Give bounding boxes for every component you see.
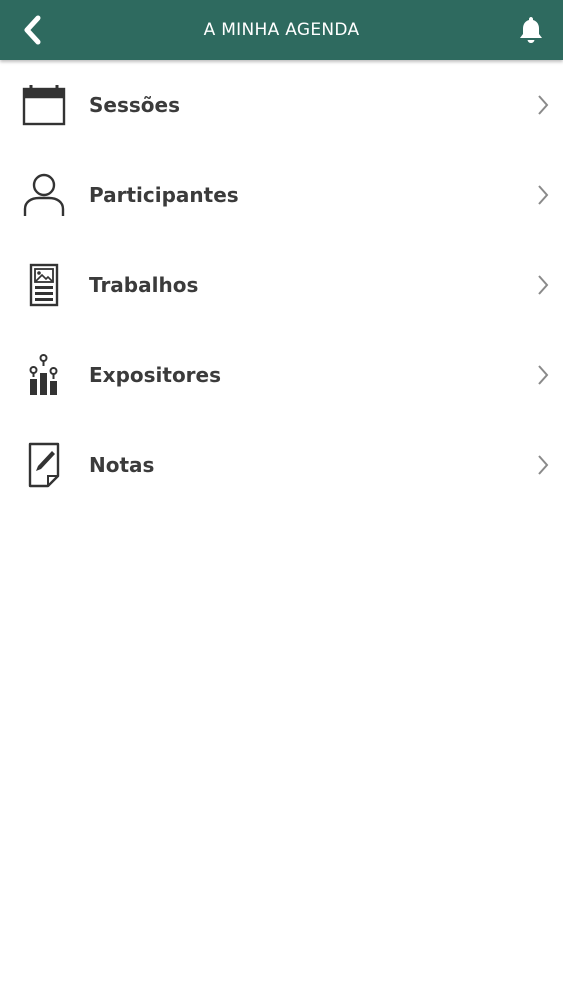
menu-item-label: Trabalhos [89, 273, 199, 297]
menu-item-participantes[interactable]: Participantes [0, 150, 563, 240]
menu-item-trabalhos[interactable]: Trabalhos [0, 240, 563, 330]
chevron-right-icon [533, 273, 553, 297]
menu-item-label: Sessões [89, 93, 180, 117]
chevron-right-icon [533, 93, 553, 117]
menu-item-label: Expositores [89, 363, 222, 387]
chevron-right-icon [533, 363, 553, 387]
menu-item-label: Participantes [89, 183, 239, 207]
note-icon [20, 441, 68, 489]
menu-item-expositores[interactable]: Expositores [0, 330, 563, 420]
notifications-button[interactable] [513, 12, 549, 48]
app-header: A MINHA AGENDA [0, 0, 563, 60]
chevron-left-icon [24, 15, 41, 45]
page-title: A MINHA AGENDA [203, 20, 360, 40]
exhibitors-icon [20, 351, 68, 399]
menu-item-sessoes[interactable]: Sessões [0, 60, 563, 150]
app-screen: A MINHA AGENDA Sessões Participantes Tra… [0, 0, 563, 1000]
user-icon [20, 171, 68, 219]
chevron-right-icon [533, 453, 553, 477]
poster-icon [20, 261, 68, 309]
menu-item-label: Notas [89, 453, 155, 477]
chevron-right-icon [533, 183, 553, 207]
calendar-icon [20, 81, 68, 129]
bell-icon [520, 17, 542, 43]
menu-item-notas[interactable]: Notas [0, 420, 563, 510]
agenda-menu: Sessões Participantes Trabalhos Exposito… [0, 60, 563, 510]
back-button[interactable] [14, 10, 50, 50]
